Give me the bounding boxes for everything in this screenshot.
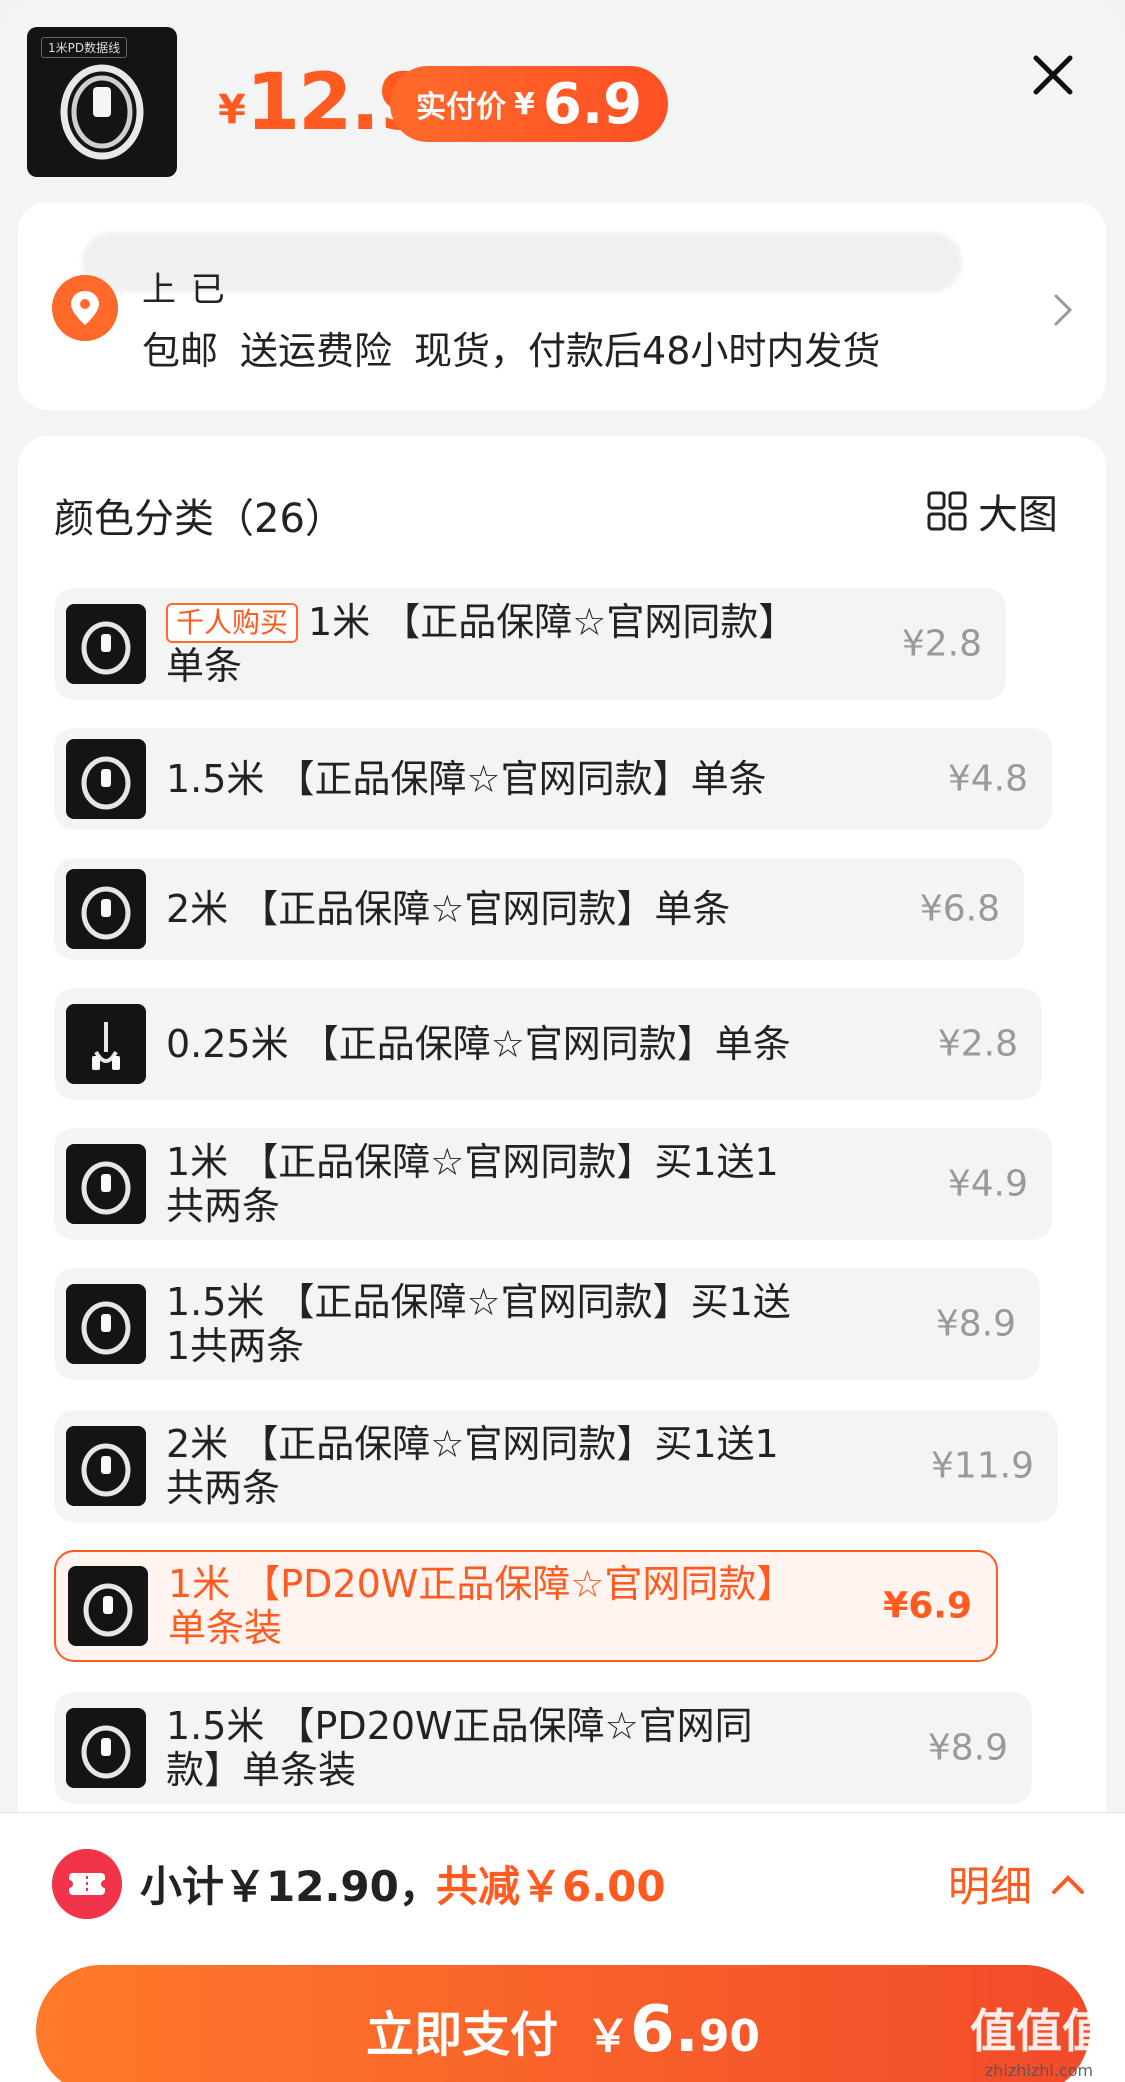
free-shipping-label: 包邮	[142, 329, 219, 373]
pay-now-label: 立即支付	[365, 2007, 558, 2063]
sku-list-title: 颜色分类（26）	[54, 496, 345, 542]
sku-thumbnail	[66, 604, 146, 684]
product-thumbnail[interactable]: 1米PD数据线	[27, 27, 177, 177]
detail-toggle[interactable]: 明细	[948, 1853, 1086, 1914]
paid-price-label: 实付价	[416, 90, 506, 125]
address-card[interactable]: 上 已 包邮 送运费险 现货，付款后48小时内发货	[18, 202, 1106, 410]
big-image-label: 大图	[978, 492, 1058, 538]
popular-badge: 千人购买	[166, 603, 299, 643]
chevron-up-icon	[1052, 1874, 1085, 1894]
sku-thumbnail	[66, 1426, 146, 1506]
sku-option[interactable]: 千人购买 1米 【正品保障☆官网同款】单条 ¥2.8	[54, 588, 1006, 700]
sku-price: ¥8.9	[927, 1727, 1008, 1769]
sku-price: ¥2.8	[937, 1023, 1018, 1065]
sku-option[interactable]: 1米 【正品保障☆官网同款】买1送1共两条 ¥4.9	[54, 1128, 1052, 1240]
discount-total: 共减￥6.00	[436, 1862, 666, 1911]
sku-name: 2米 【正品保障☆官网同款】买1送1共两条	[166, 1422, 779, 1510]
paid-price-symbol: ¥	[514, 86, 535, 122]
sku-selector-sheet: 1米PD数据线 ¥12.9 实付价 ¥ 6.9 上 已 包邮 送运费险 现货，付…	[0, 0, 1125, 2082]
sku-name: 1米 【PD20W正品保障☆官网同款】单条装	[168, 1562, 795, 1650]
sku-thumbnail	[66, 739, 146, 819]
sku-thumbnail	[66, 1708, 146, 1788]
sku-thumbnail	[66, 869, 146, 949]
sku-price: ¥6.9	[883, 1585, 972, 1627]
pay-now-button[interactable]: 立即支付 ￥6.90	[36, 1965, 1090, 2082]
grid-icon	[927, 491, 967, 531]
sku-name: 0.25米 【正品保障☆官网同款】单条	[166, 1022, 791, 1066]
sku-price: ¥4.9	[947, 1163, 1028, 1205]
sku-option[interactable]: 0.25米 【正品保障☆官网同款】单条 ¥2.8	[54, 988, 1042, 1100]
sku-thumbnail	[66, 1144, 146, 1224]
pay-amount: ￥6.90	[585, 1993, 761, 2067]
big-image-toggle[interactable]: 大图	[926, 482, 1058, 540]
paid-price-pill: 实付价 ¥ 6.9	[390, 66, 669, 142]
sku-price: ¥8.9	[935, 1303, 1016, 1345]
sku-price: ¥4.8	[947, 758, 1028, 800]
location-pin-icon	[52, 275, 118, 341]
sku-thumbnail	[68, 1566, 148, 1646]
paid-price-value: 6.9	[542, 71, 643, 137]
sku-option[interactable]: 1.5米 【正品保障☆官网同款】买1送1共两条 ¥8.9	[54, 1268, 1040, 1380]
product-thumbnail-tag: 1米PD数据线	[41, 37, 128, 58]
sku-option[interactable]: 1.5米 【PD20W正品保障☆官网同款】单条装 ¥8.9	[54, 1692, 1032, 1804]
sku-option[interactable]: 1.5米 【正品保障☆官网同款】单条 ¥4.8	[54, 728, 1052, 830]
sku-option[interactable]: 2米 【正品保障☆官网同款】单条 ¥6.8	[54, 858, 1024, 960]
sku-price: ¥6.8	[919, 888, 1000, 930]
sku-option[interactable]: 2米 【正品保障☆官网同款】买1送1共两条 ¥11.9	[54, 1410, 1058, 1522]
sku-thumbnail	[66, 1004, 146, 1084]
sku-name: 1.5米 【正品保障☆官网同款】买1送1共两条	[166, 1280, 791, 1368]
subtotal: 小计￥12.90，	[140, 1862, 441, 1911]
address-text: 上 已	[142, 270, 227, 310]
shipping-info: 包邮 送运费险 现货，付款后48小时内发货	[142, 320, 880, 375]
chevron-right-icon[interactable]	[1048, 290, 1078, 330]
sku-name: 1.5米 【PD20W正品保障☆官网同款】单条装	[166, 1704, 753, 1792]
sku-name: 2米 【正品保障☆官网同款】单条	[166, 887, 731, 931]
detail-label: 明细	[948, 1862, 1033, 1911]
sku-price: ¥11.9	[930, 1445, 1034, 1487]
close-icon[interactable]	[1030, 52, 1076, 98]
sku-price: ¥2.8	[901, 623, 982, 665]
delivery-time-label: 现货，付款后48小时内发货	[414, 329, 881, 373]
checkout-bar: 小计￥12.90， 共减￥6.00 明细 立即支付 ￥6.90	[0, 1812, 1125, 2082]
coupon-icon	[52, 1849, 122, 1919]
sku-thumbnail	[66, 1284, 146, 1364]
sku-name: 1.5米 【正品保障☆官网同款】单条	[166, 757, 767, 801]
site-watermark: 值值值 zhizhizhi.com	[970, 2004, 1108, 2080]
shipping-insurance-label: 送运费险	[240, 329, 393, 373]
sku-name: 1米 【正品保障☆官网同款】买1送1共两条	[166, 1140, 779, 1228]
sku-option-selected[interactable]: 1米 【PD20W正品保障☆官网同款】单条装 ¥6.9	[54, 1550, 998, 1662]
